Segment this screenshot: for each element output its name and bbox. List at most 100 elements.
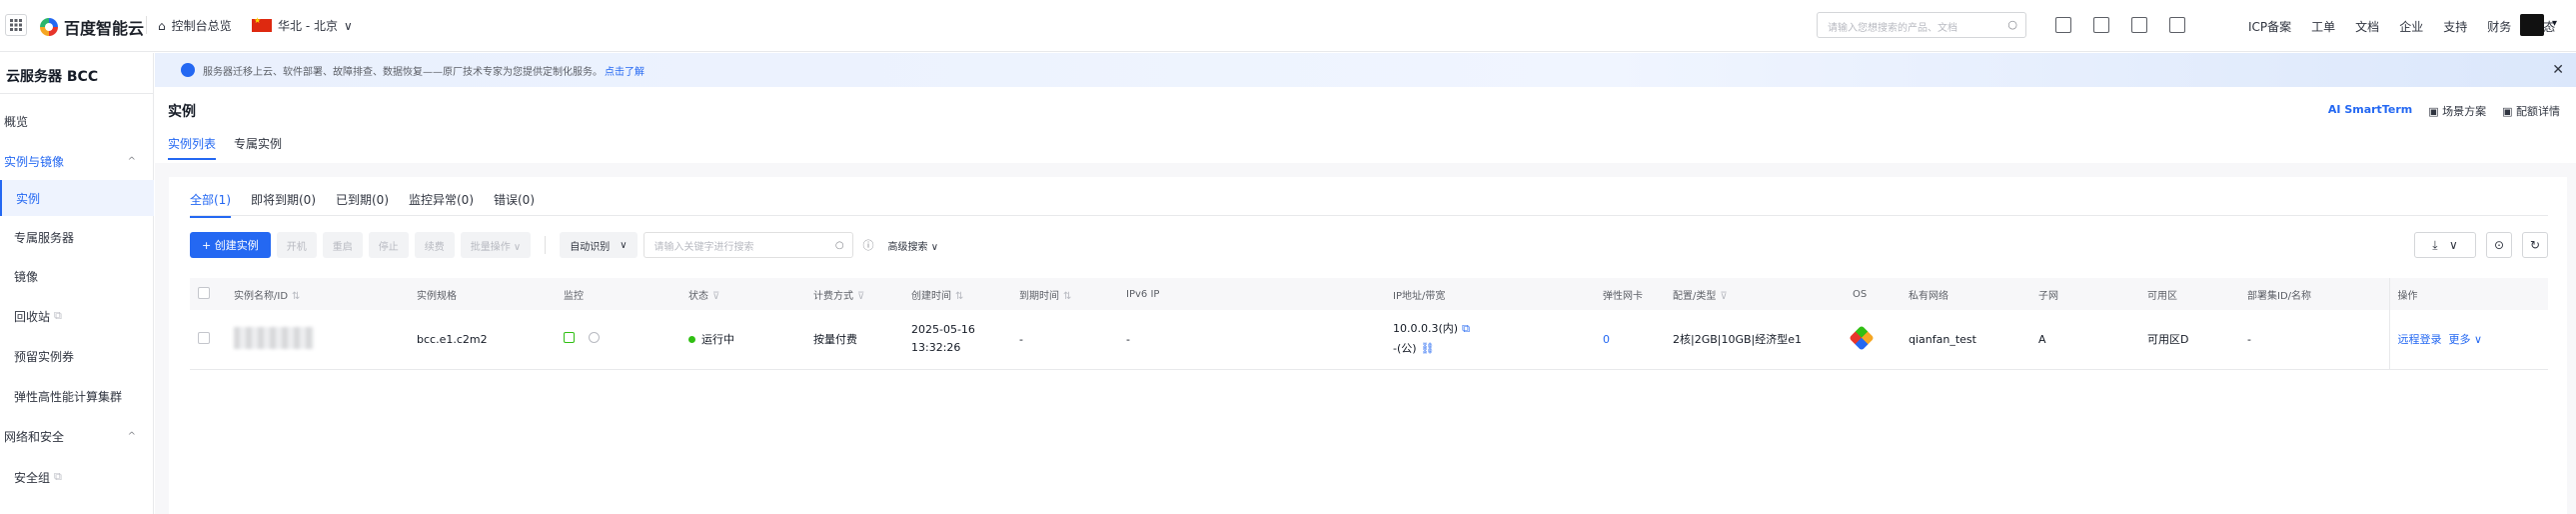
- sidebar-item-hpc-cluster[interactable]: 弹性高性能计算集群: [0, 378, 154, 414]
- scenario-link[interactable]: ▣ 场景方案: [2428, 103, 2486, 119]
- instance-spec: bcc.e1.c2m2: [409, 310, 556, 370]
- copy-icon[interactable]: ⧉: [1462, 322, 1470, 335]
- close-icon[interactable]: ✕: [2552, 62, 2564, 78]
- batch-operations-button[interactable]: 批量操作 ∨: [460, 232, 532, 258]
- chevron-up-icon: ^: [127, 155, 136, 167]
- chevron-down-icon[interactable]: ▾: [2552, 18, 2557, 29]
- expire-time: -: [1011, 310, 1118, 370]
- service-icon: [181, 63, 195, 77]
- sidebar-item-overview[interactable]: 概览: [0, 103, 154, 139]
- brand-logo[interactable]: 百度智能云: [40, 15, 144, 39]
- ipv6-address: -: [1118, 310, 1385, 370]
- public-ip: -(公): [1393, 342, 1417, 356]
- monitor-icon[interactable]: [564, 332, 575, 344]
- row-checkbox[interactable]: [198, 331, 210, 344]
- status-tabs: 全部(1) 即将到期(0) 已到期(0) 监控异常(0) 错误(0): [190, 191, 535, 218]
- sidebar-item-reserved-coupons[interactable]: 预留实例券: [0, 338, 154, 374]
- document-icon[interactable]: [2055, 17, 2071, 33]
- china-flag-icon: [252, 16, 272, 32]
- sidebar-item-images[interactable]: 镜像: [0, 258, 154, 294]
- eni-count[interactable]: 0: [1595, 310, 1665, 370]
- ai-icon: AI: [2327, 103, 2341, 116]
- stop-button[interactable]: 停止: [368, 232, 409, 258]
- billing-method: 按量付费: [805, 310, 903, 370]
- start-button[interactable]: 开机: [276, 232, 317, 258]
- sidebar-group-network-security[interactable]: 网络和安全 ^: [0, 418, 154, 454]
- sort-icon[interactable]: ⇅: [955, 291, 963, 302]
- enterprise-link[interactable]: 企业: [2399, 18, 2423, 35]
- external-link-icon: ⧉: [54, 470, 62, 483]
- console-overview-link[interactable]: ⌂ 控制台总览: [158, 17, 232, 34]
- page-tabs: 实例列表 专属实例: [168, 135, 282, 160]
- banner-learn-more-link[interactable]: 点击了解: [605, 63, 644, 78]
- main-content: 服务器迁移上云、软件部署、故障排查、数据恢复——原厂技术专家为您提供定制化服务。…: [155, 53, 2576, 514]
- tab-expiring[interactable]: 即将到期(0): [251, 191, 316, 218]
- config-type: 2核|2GB|10GB|经济型e1: [1665, 310, 1845, 370]
- instance-name-redacted[interactable]: [234, 326, 314, 349]
- tab-dedicated-instances[interactable]: 专属实例: [234, 135, 282, 160]
- filter-icon[interactable]: ⊽: [712, 291, 719, 302]
- select-all-checkbox[interactable]: [198, 286, 210, 299]
- tab-instance-list[interactable]: 实例列表: [168, 135, 217, 160]
- home-icon: ⌂: [158, 18, 166, 33]
- sidebar-title: 云服务器 BCC: [6, 69, 99, 85]
- docs-link[interactable]: 文档: [2355, 18, 2379, 35]
- create-instance-button[interactable]: + 创建实例: [190, 232, 271, 258]
- topbar-links: ICP备案工单文档企业支持财务生态: [2248, 18, 2555, 35]
- filter-icon[interactable]: ⊽: [1720, 291, 1727, 302]
- tab-all[interactable]: 全部(1): [190, 191, 231, 218]
- download-button[interactable]: ⤓ ∨: [2414, 232, 2476, 258]
- finance-link[interactable]: 财务: [2487, 18, 2511, 35]
- more-actions-link[interactable]: 更多 ∨: [2449, 333, 2483, 346]
- tab-expired[interactable]: 已到期(0): [336, 191, 389, 218]
- sidebar-item-security-group[interactable]: 安全组 ⧉: [0, 459, 154, 495]
- user-avatar[interactable]: [2520, 14, 2544, 36]
- toolbar: + 创建实例 开机 重启 停止 续费 批量操作 ∨ 自动识别 ∨ 请输入关键字进行…: [190, 232, 2548, 258]
- chevron-down-icon: ∨: [343, 18, 353, 33]
- sort-icon[interactable]: ⇅: [1063, 291, 1071, 302]
- page-header: 实例 实例列表 专属实例 AI SmartTerm ▣ 场景方案 ▣ 配额详情: [155, 87, 2576, 163]
- billing-icon[interactable]: [2169, 17, 2185, 33]
- table-row: bcc.e1.c2m2 运行中 按量付费 2025-05-16 13:32:26…: [190, 310, 2548, 370]
- filter-icon[interactable]: ⊽: [857, 291, 864, 302]
- sidebar-item-dedicated-server[interactable]: 专属服务器: [0, 219, 154, 255]
- sidebar-item-instances[interactable]: 实例: [0, 180, 154, 216]
- restart-button[interactable]: 重启: [322, 232, 363, 258]
- keyword-search-input[interactable]: 请输入关键字进行搜索 ○: [643, 232, 853, 258]
- tab-monitor-abnormal[interactable]: 监控异常(0): [409, 191, 474, 218]
- chevron-down-icon: ∨: [620, 239, 628, 251]
- refresh-button[interactable]: ↻: [2522, 232, 2548, 258]
- link-icon[interactable]: ⛓: [1421, 342, 1435, 355]
- advanced-search-toggle[interactable]: 高级搜索 ∨: [888, 238, 939, 253]
- deployment-set: -: [2239, 310, 2389, 370]
- icp-link[interactable]: ICP备案: [2248, 18, 2291, 35]
- running-status-dot: [688, 336, 695, 344]
- cart-icon[interactable]: [2131, 17, 2147, 33]
- table-header-row: 实例名称/ID ⇅ 实例规格 监控 状态 ⊽ 计费方式 ⊽ 创建时间 ⇅ 到期时间 ⇅ I…: [190, 278, 2548, 310]
- page-title: 实例: [168, 104, 196, 120]
- settings-button[interactable]: ⊙: [2486, 232, 2512, 258]
- support-link[interactable]: 支持: [2443, 18, 2467, 35]
- alarm-icon[interactable]: [589, 332, 600, 344]
- tab-error[interactable]: 错误(0): [494, 191, 535, 218]
- global-search-input[interactable]: 请输入您想搜索的产品、文档 ○: [1817, 12, 2026, 38]
- search-filter-select[interactable]: 自动识别 ∨: [560, 232, 638, 258]
- sort-icon[interactable]: ⇅: [292, 291, 300, 302]
- sidebar-group-instances-images[interactable]: 实例与镜像 ^: [0, 143, 154, 179]
- sidebar-item-recycle-bin[interactable]: 回收站 ⧉: [0, 298, 154, 334]
- ticket-link[interactable]: 工单: [2311, 18, 2335, 35]
- help-icon[interactable]: ⓘ: [863, 237, 874, 253]
- chevron-up-icon: ^: [127, 430, 136, 442]
- app-grid-icon[interactable]: [5, 14, 27, 36]
- message-icon[interactable]: [2093, 17, 2109, 33]
- renew-button[interactable]: 续费: [414, 232, 455, 258]
- quota-detail-link[interactable]: ▣ 配额详情: [2502, 103, 2560, 119]
- availability-zone: 可用区D: [2139, 310, 2239, 370]
- instance-status: 运行中: [701, 333, 734, 347]
- subnet-name: A: [2030, 310, 2139, 370]
- region-selector[interactable]: 华北 - 北京∨: [252, 16, 353, 34]
- remote-login-link[interactable]: 远程登录: [2398, 333, 2442, 346]
- top-navigation-bar: 百度智能云 ⌂控制台总览 华北 - 北京∨ 请输入您想搜索的产品、文档○ ICP…: [0, 0, 2576, 52]
- smartterm-link[interactable]: AI SmartTerm: [2328, 103, 2412, 119]
- promo-banner: 服务器迁移上云、软件部署、故障排查、数据恢复——原厂技术专家为您提供定制化服务。…: [155, 53, 2576, 87]
